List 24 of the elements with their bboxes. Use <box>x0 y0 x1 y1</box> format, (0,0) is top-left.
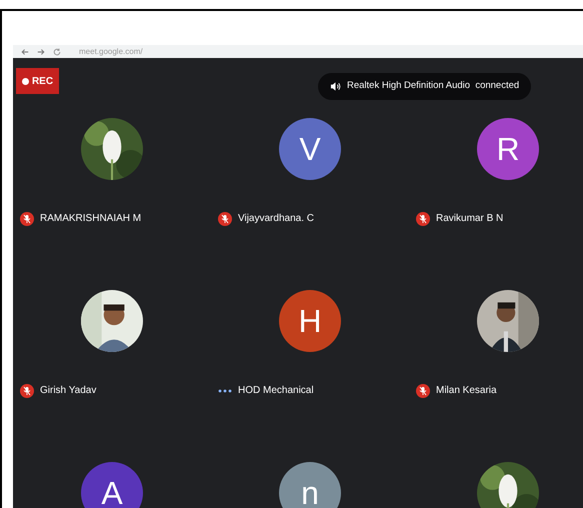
speaker-icon <box>330 81 341 92</box>
audio-toast: Realtek High Definition Audio connected <box>318 73 532 100</box>
reload-icon[interactable] <box>53 48 61 56</box>
forward-icon[interactable] <box>37 48 45 56</box>
participant-name: HOD Mechanical <box>238 384 314 398</box>
avatar: R <box>477 118 539 180</box>
avatar: V <box>279 118 341 180</box>
participant-name: Girish Yadav <box>40 384 96 398</box>
mic-off-icon <box>20 212 34 226</box>
mic-off-icon <box>416 212 430 226</box>
mic-off-icon <box>218 212 232 226</box>
participant-name: Ravikumar B N <box>436 212 504 226</box>
participant-name: RAMAKRISHNAIAH M <box>40 212 142 226</box>
avatar: H <box>279 290 341 352</box>
speaking-dots-icon <box>218 388 232 392</box>
avatar: n <box>279 462 341 508</box>
back-icon[interactable] <box>21 48 29 56</box>
participant-name: Vijayvardhana. C <box>238 212 314 226</box>
mic-off-icon <box>20 384 34 398</box>
rec-badge: REC <box>16 68 59 94</box>
mic-off-icon <box>416 384 430 398</box>
avatar: A <box>81 462 143 508</box>
url-field[interactable]: meet.google.com/ <box>79 48 143 56</box>
participant-name: Milan Kesaria <box>436 384 497 398</box>
